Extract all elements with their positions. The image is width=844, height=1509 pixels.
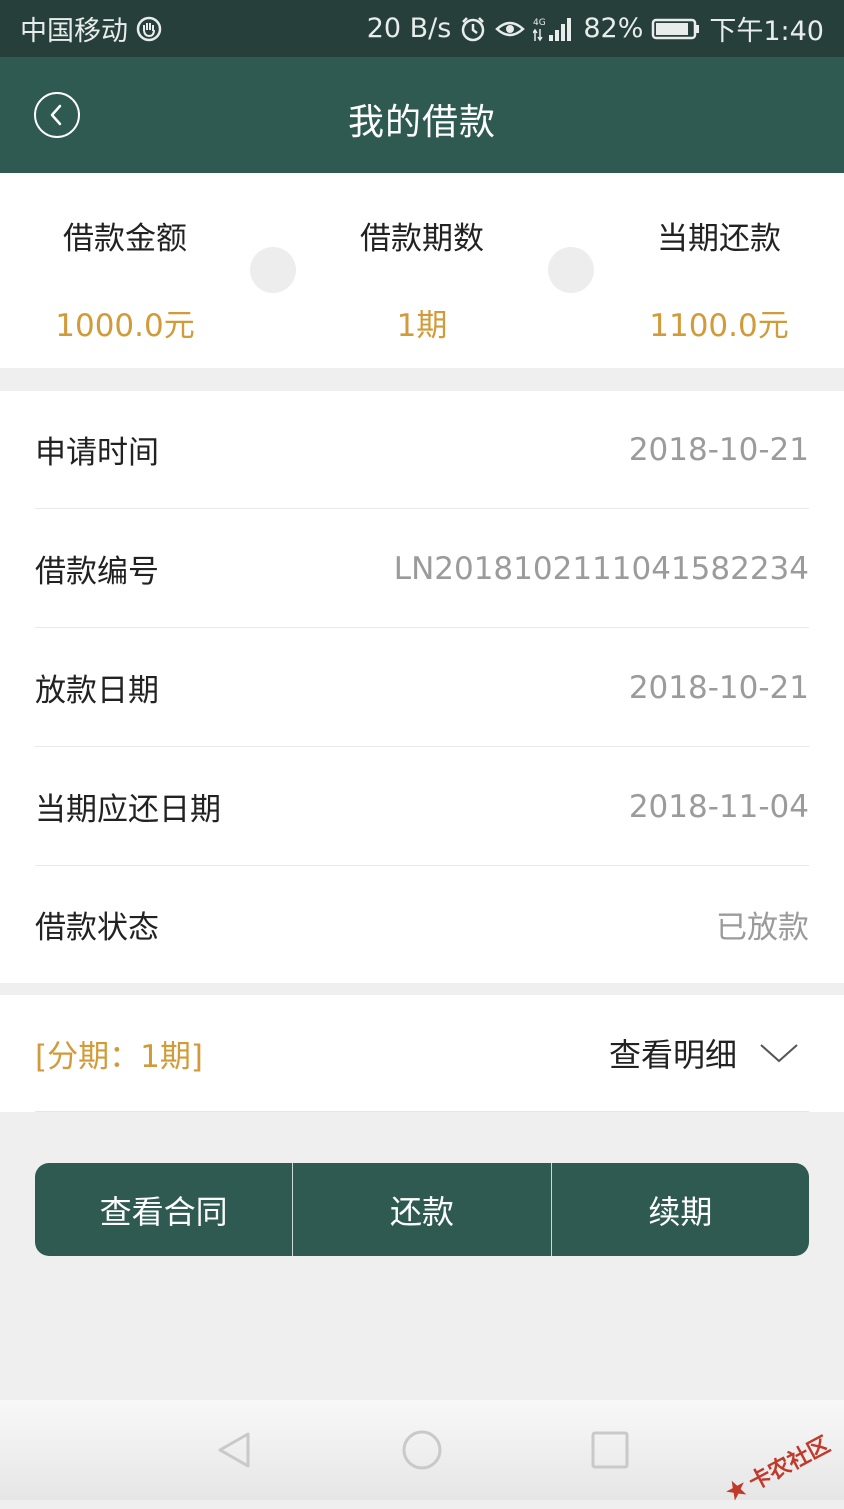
view-details-toggle[interactable]: 查看明细 xyxy=(609,1030,809,1076)
installment-tag: [分期：1期] xyxy=(35,1038,203,1075)
status-bar: 中国移动 20 B/s 4G 82% 下午1:40 xyxy=(0,0,844,57)
detail-row-status: 借款状态 已放款 xyxy=(35,865,809,983)
square-recents-icon xyxy=(591,1431,629,1469)
nav-recents-key[interactable] xyxy=(588,1428,632,1476)
chevron-down-icon xyxy=(760,1044,798,1063)
detail-label: 借款状态 xyxy=(35,909,159,946)
app-header: 我的借款 xyxy=(0,57,844,173)
loan-details: 申请时间 2018-10-21 借款编号 LN20181021110415822… xyxy=(0,391,844,983)
summary-divider-dot xyxy=(250,247,296,293)
detail-row-disburse-date: 放款日期 2018-10-21 xyxy=(35,629,809,747)
amount-value: 1000.0元 xyxy=(55,308,195,344)
battery-percent: 82% xyxy=(583,13,644,44)
repayment-value: 1100.0元 xyxy=(649,308,789,344)
watermark-text: 卡农社区 xyxy=(744,1432,835,1496)
system-nav-bar: 卡农社区 xyxy=(0,1400,844,1501)
network-speed: 20 B/s xyxy=(366,13,452,44)
loan-summary: 借款金额 1000.0元 借款期数 1期 当期还款 1100.0元 xyxy=(0,173,844,368)
eye-icon xyxy=(495,17,526,41)
detail-value: 2018-11-04 xyxy=(628,788,809,825)
action-button-group: 查看合同 还款 续期 xyxy=(35,1163,809,1256)
circle-home-icon xyxy=(402,1430,442,1470)
installment-section: [分期：1期] 查看明细 xyxy=(0,995,844,1112)
view-details-label: 查看明细 xyxy=(608,1036,737,1074)
summary-repayment: 当期还款 1100.0元 xyxy=(619,213,819,345)
renew-button[interactable]: 续期 xyxy=(552,1163,809,1256)
triangle-back-icon xyxy=(218,1432,250,1468)
clock: 下午1:40 xyxy=(709,16,824,47)
detail-row-due-date: 当期应还日期 2018-11-04 xyxy=(35,748,809,866)
repayment-label: 当期还款 xyxy=(657,221,781,257)
detail-label: 申请时间 xyxy=(35,435,159,471)
status-value: 已放款 xyxy=(716,909,809,946)
summary-periods: 借款期数 1期 xyxy=(322,213,522,345)
battery-icon xyxy=(651,17,701,41)
star-logo-icon xyxy=(726,1480,747,1501)
view-contract-button[interactable]: 查看合同 xyxy=(35,1163,294,1256)
detail-row-apply-time: 申请时间 2018-10-21 xyxy=(35,391,809,509)
summary-divider-dot xyxy=(548,247,594,293)
hand-icon xyxy=(136,16,162,42)
periods-label: 借款期数 xyxy=(360,221,484,257)
page-title: 我的借款 xyxy=(347,102,496,143)
detail-label: 借款编号 xyxy=(35,554,159,590)
detail-label: 放款日期 xyxy=(35,673,159,709)
nav-home-key[interactable] xyxy=(400,1428,444,1476)
detail-label: 当期应还日期 xyxy=(35,792,221,828)
repay-button[interactable]: 还款 xyxy=(293,1163,552,1256)
periods-value: 1期 xyxy=(396,308,448,344)
detail-row-loan-number: 借款编号 LN20181021110415822​34 xyxy=(35,510,809,628)
amount-label: 借款金额 xyxy=(63,221,187,257)
carrier-name: 中国移动 xyxy=(20,16,128,47)
detail-value: 2018-10-21 xyxy=(628,669,809,706)
summary-amount: 借款金额 1000.0元 xyxy=(25,213,225,345)
alarm-icon xyxy=(459,15,487,43)
detail-value: 2018-10-21 xyxy=(628,431,809,468)
watermark: 卡农社区 xyxy=(719,1427,835,1509)
nav-back-key[interactable] xyxy=(212,1428,256,1476)
detail-value: LN20181021110415822​34 xyxy=(393,550,809,587)
svg-text:4G: 4G xyxy=(533,18,546,28)
signal-icon: 4G xyxy=(533,15,575,43)
